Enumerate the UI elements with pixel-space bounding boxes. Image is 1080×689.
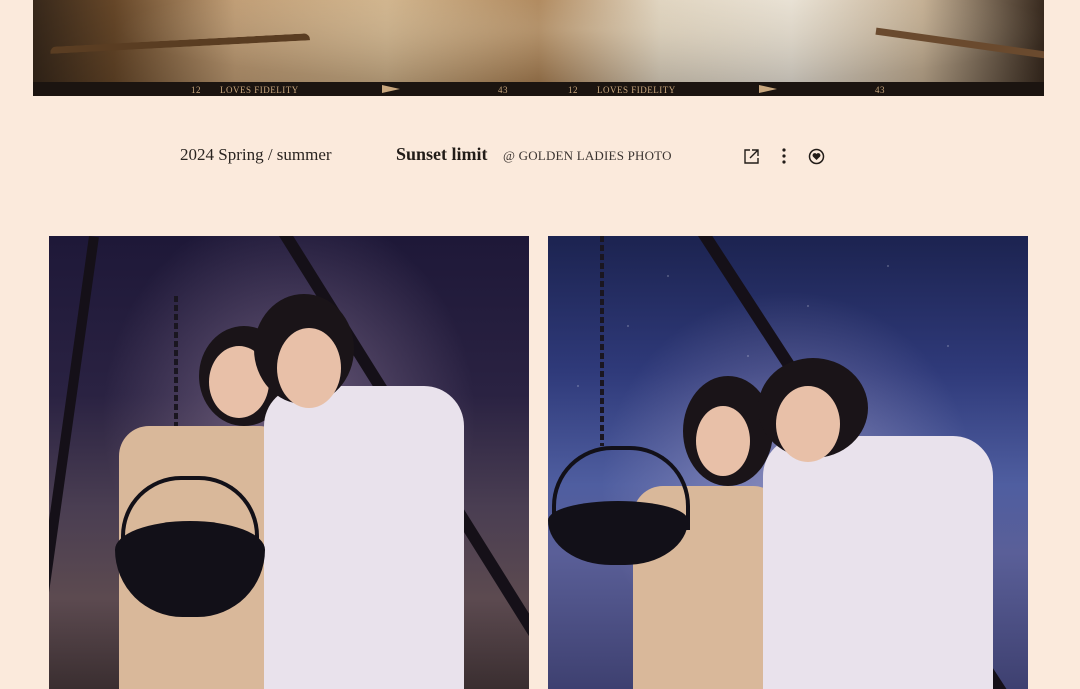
photo-couple-campfire-dusk[interactable] (49, 236, 529, 689)
film-brand-label: LOVES FIDELITY (597, 85, 676, 95)
caption-row: 2024 Spring / summer Sunset limit @ GOLD… (0, 143, 1080, 169)
share-icon[interactable] (741, 146, 761, 166)
film-arrow-icon (759, 85, 777, 93)
man-face (776, 386, 840, 462)
photographer-credit[interactable]: @ GOLDEN LADIES PHOTO (503, 148, 672, 164)
film-frame-number: 12 (191, 85, 201, 95)
top-film-photo[interactable]: 12 LOVES FIDELITY 43 12 LOVES FIDELITY 4… (33, 0, 1044, 96)
photo-couple-campfire-starry-sky[interactable] (548, 236, 1028, 689)
man-face (277, 328, 341, 408)
season-label: 2024 Spring / summer (180, 145, 332, 164)
woman-face (696, 406, 750, 476)
film-frame-count: 43 (875, 85, 885, 95)
film-frame-number: 12 (568, 85, 578, 95)
pot-chain (600, 236, 604, 446)
more-vertical-icon[interactable] (774, 146, 794, 166)
man-shirt (763, 436, 993, 689)
man-shirt (264, 386, 464, 689)
film-strip-bar: 12 LOVES FIDELITY 43 12 LOVES FIDELITY 4… (33, 82, 1044, 96)
tripod-pole (49, 236, 99, 689)
album-title: Sunset limit (396, 144, 488, 164)
film-brand-label: LOVES FIDELITY (220, 85, 299, 95)
film-frame-count: 43 (498, 85, 508, 95)
film-arrow-icon (382, 85, 400, 93)
heart-icon[interactable] (806, 146, 826, 166)
